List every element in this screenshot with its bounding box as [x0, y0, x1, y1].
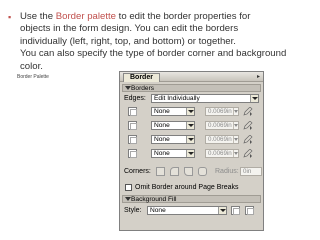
background-fill-section-header[interactable]: Background Fill	[122, 195, 261, 203]
edge-style-dropdown[interactable]: None	[151, 149, 195, 158]
omit-border-label: Omit Border around Page Breaks	[135, 184, 239, 191]
edge-style-dropdown[interactable]: None	[151, 135, 195, 144]
chevron-down-icon	[186, 108, 194, 115]
radius-field[interactable]: 0in	[240, 167, 262, 176]
fill-style-dropdown[interactable]: None	[147, 206, 227, 215]
edge-width-field[interactable]: 0.0069in	[205, 135, 239, 144]
bullet-line-3: individually (left, right, top, and bott…	[20, 35, 236, 47]
tab-border[interactable]: Border	[123, 73, 160, 82]
edge-style-dropdown[interactable]: None	[151, 107, 195, 116]
fill-color-swatch[interactable]	[231, 206, 240, 215]
palette-titlebar: Border ▸	[120, 72, 263, 82]
spinner-icon	[233, 136, 238, 143]
edge-width-field[interactable]: 0.0069in	[205, 149, 239, 158]
chevron-down-icon	[250, 95, 258, 102]
fill-color-swatch-secondary[interactable]	[245, 206, 254, 215]
corner-square-icon[interactable]	[156, 167, 165, 176]
edges-dropdown[interactable]: Edit Individually	[151, 94, 259, 103]
spinner-icon	[233, 122, 238, 129]
image-caption: Border Palette	[17, 74, 49, 80]
fill-style-label: Style:	[124, 207, 142, 214]
edge-color-swatch[interactable]	[128, 149, 137, 158]
spinner-icon	[233, 108, 238, 115]
pencil-icon[interactable]	[243, 107, 253, 116]
radius-label: Radius:	[215, 168, 239, 175]
edge-color-swatch[interactable]	[128, 135, 137, 144]
chevron-down-icon	[186, 150, 194, 157]
bullet-text: Use the Border palette to edit the borde…	[20, 11, 314, 73]
border-palette: Border ▸ Borders Edges: Edit Individuall…	[119, 71, 264, 231]
spinner-icon	[233, 150, 238, 157]
border-palette-highlight: Border palette	[55, 11, 116, 22]
pencil-icon[interactable]	[243, 149, 253, 158]
bullet-marker: ▪	[8, 12, 12, 22]
corner-inverted-icon[interactable]	[184, 167, 193, 176]
borders-section-header[interactable]: Borders	[122, 84, 261, 92]
corner-bevel-icon[interactable]	[198, 167, 207, 176]
chevron-down-icon	[218, 207, 226, 214]
omit-border-checkbox[interactable]	[125, 184, 132, 191]
chevron-down-icon	[186, 136, 194, 143]
pencil-icon[interactable]	[243, 135, 253, 144]
edge-color-swatch[interactable]	[128, 107, 137, 116]
corners-label: Corners:	[124, 168, 151, 175]
edge-width-field[interactable]: 0.0069in	[205, 107, 239, 116]
bullet-line-1: Use the Border palette to edit the borde…	[20, 11, 251, 22]
edges-label: Edges:	[124, 95, 146, 102]
edge-color-swatch[interactable]	[128, 121, 137, 130]
pencil-icon[interactable]	[243, 121, 253, 130]
edge-style-dropdown[interactable]: None	[151, 121, 195, 130]
bullet-line-4: You can also specify the type of border …	[20, 48, 287, 60]
edge-width-field[interactable]: 0.0069in	[205, 121, 239, 130]
palette-menu-icon[interactable]: ▸	[257, 73, 260, 81]
bullet-line-2: objects in the form design. You can edit…	[20, 23, 239, 35]
corner-round-icon[interactable]	[170, 167, 179, 176]
chevron-down-icon	[186, 122, 194, 129]
